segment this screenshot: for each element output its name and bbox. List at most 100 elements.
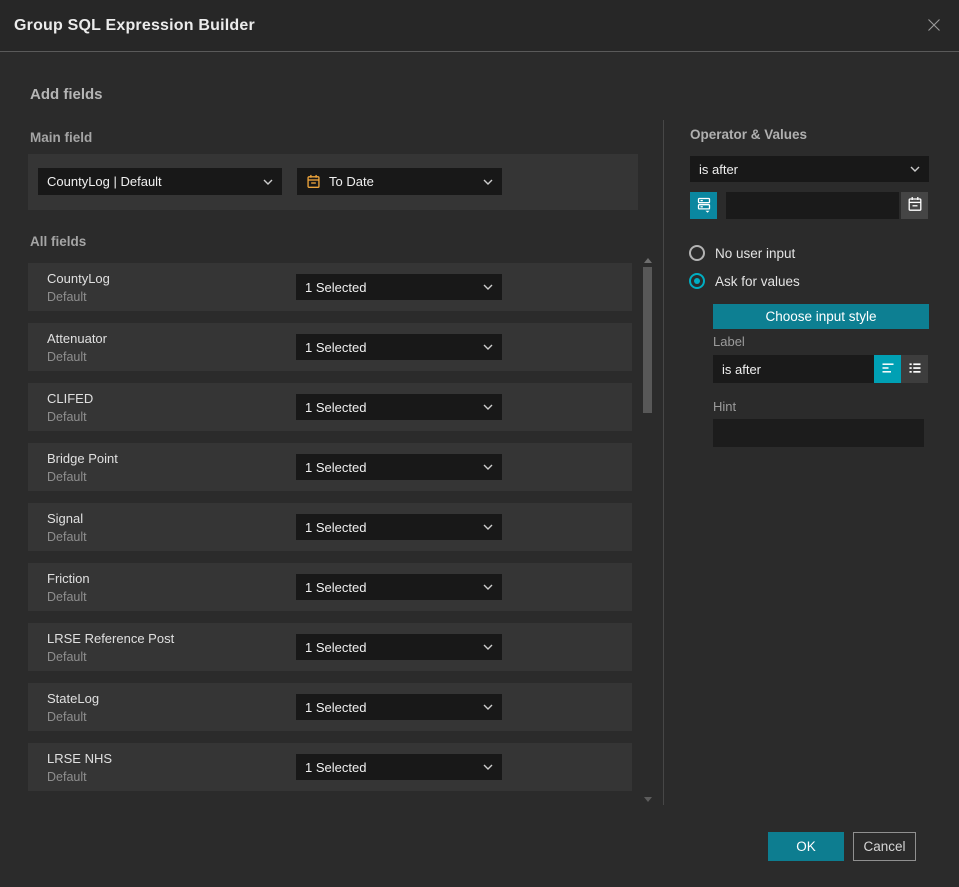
field-selected-dropdown[interactable]: 1 Selected — [296, 694, 502, 720]
dialog-title: Group SQL Expression Builder — [14, 17, 255, 34]
calendar-icon — [907, 196, 923, 215]
field-name: Signal — [47, 511, 84, 526]
field-selected-dropdown[interactable]: 1 Selected — [296, 514, 502, 540]
radio-circle-selected — [689, 273, 705, 289]
selected-count-value: 1 Selected — [305, 339, 367, 355]
calendar-icon — [306, 174, 321, 189]
field-name: StateLog — [47, 691, 100, 706]
selected-count-value: 1 Selected — [305, 399, 367, 415]
stack-input-type-icon — [696, 196, 712, 216]
field-name: Attenuator — [47, 331, 107, 346]
field-selected-dropdown[interactable]: 1 Selected — [296, 574, 502, 600]
chevron-down-icon — [483, 704, 493, 710]
radio-circle — [689, 245, 705, 261]
field-row: LRSE NHS Default 1 Selected — [28, 743, 632, 791]
close-icon — [925, 16, 943, 39]
radio-ask-for-values-label: Ask for values — [715, 273, 800, 289]
field-row: Bridge Point Default 1 Selected — [28, 443, 632, 491]
field-subtitle: Default — [47, 590, 87, 604]
field-name: LRSE Reference Post — [47, 631, 175, 646]
field-selected-dropdown[interactable]: 1 Selected — [296, 754, 502, 780]
field-selected-dropdown[interactable]: 1 Selected — [296, 454, 502, 480]
panel-divider — [663, 120, 664, 805]
field-row: CountyLog Default 1 Selected — [28, 263, 632, 311]
selected-count-value: 1 Selected — [305, 279, 367, 295]
value-input[interactable] — [726, 192, 899, 219]
field-row: Attenuator Default 1 Selected — [28, 323, 632, 371]
date-type-select-value: To Date — [329, 174, 374, 189]
field-subtitle: Default — [47, 470, 87, 484]
selected-count-value: 1 Selected — [305, 699, 367, 715]
label-input[interactable] — [713, 355, 874, 383]
hint-caption: Hint — [713, 399, 737, 414]
field-row: StateLog Default 1 Selected — [28, 683, 632, 731]
radio-ask-for-values[interactable]: Ask for values — [689, 273, 800, 289]
field-row: Signal Default 1 Selected — [28, 503, 632, 551]
chevron-down-icon — [483, 524, 493, 530]
ok-button[interactable]: OK — [768, 832, 844, 861]
chevron-down-icon — [910, 166, 920, 172]
field-subtitle: Default — [47, 290, 87, 304]
selected-count-value: 1 Selected — [305, 519, 367, 535]
field-row: CLIFED Default 1 Selected — [28, 383, 632, 431]
all-fields-label: All fields — [30, 234, 87, 249]
field-subtitle: Default — [47, 350, 87, 364]
chevron-down-icon — [483, 179, 493, 185]
field-subtitle: Default — [47, 770, 87, 784]
field-selected-dropdown[interactable]: 1 Selected — [296, 634, 502, 660]
chevron-down-icon — [483, 584, 493, 590]
field-subtitle: Default — [47, 710, 87, 724]
scrollbar-down-arrow[interactable] — [644, 797, 652, 802]
hint-input[interactable] — [713, 419, 924, 447]
chevron-down-icon — [483, 464, 493, 470]
close-button[interactable] — [924, 17, 944, 37]
chevron-down-icon — [483, 764, 493, 770]
field-selected-dropdown[interactable]: 1 Selected — [296, 274, 502, 300]
all-fields-list: CountyLog Default 1 Selected Attenuator … — [28, 263, 632, 803]
field-selected-dropdown[interactable]: 1 Selected — [296, 394, 502, 420]
main-field-panel: CountyLog | Default To Date — [28, 154, 638, 210]
field-subtitle: Default — [47, 410, 87, 424]
field-selected-dropdown[interactable]: 1 Selected — [296, 334, 502, 360]
selected-count-value: 1 Selected — [305, 579, 367, 595]
cancel-button[interactable]: Cancel — [853, 832, 916, 861]
field-name: Bridge Point — [47, 451, 118, 466]
operator-select-value: is after — [699, 161, 739, 177]
field-row: LRSE Reference Post Default 1 Selected — [28, 623, 632, 671]
chevron-down-icon — [263, 179, 273, 185]
field-name: CLIFED — [47, 391, 94, 406]
list-input-icon — [907, 360, 923, 379]
input-type-button[interactable] — [690, 192, 717, 219]
main-field-label: Main field — [30, 130, 93, 145]
field-subtitle: Default — [47, 650, 87, 664]
main-field-select-value: CountyLog | Default — [47, 174, 162, 189]
selected-count-value: 1 Selected — [305, 759, 367, 775]
add-fields-heading: Add fields — [30, 86, 103, 103]
dialog-titlebar: Group SQL Expression Builder — [0, 0, 959, 52]
list-style-button[interactable] — [901, 355, 928, 383]
date-type-select[interactable]: To Date — [297, 168, 502, 195]
scrollbar-up-arrow[interactable] — [644, 258, 652, 263]
chevron-down-icon — [483, 404, 493, 410]
single-line-style-button[interactable] — [874, 355, 901, 383]
main-field-select[interactable]: CountyLog | Default — [38, 168, 282, 195]
chevron-down-icon — [483, 644, 493, 650]
chevron-down-icon — [483, 284, 493, 290]
selected-count-value: 1 Selected — [305, 639, 367, 655]
operator-select[interactable]: is after — [690, 156, 929, 182]
radio-no-user-input[interactable]: No user input — [689, 245, 795, 261]
operator-values-heading: Operator & Values — [690, 127, 808, 142]
scrollbar-thumb[interactable] — [643, 267, 652, 413]
field-name: CountyLog — [47, 271, 110, 286]
field-row: Friction Default 1 Selected — [28, 563, 632, 611]
label-caption: Label — [713, 334, 745, 349]
field-subtitle: Default — [47, 530, 87, 544]
date-picker-button[interactable] — [901, 192, 928, 219]
radio-no-user-input-label: No user input — [715, 245, 796, 261]
field-name: LRSE NHS — [47, 751, 113, 766]
selected-count-value: 1 Selected — [305, 459, 367, 475]
choose-input-style-button[interactable]: Choose input style — [713, 304, 929, 329]
chevron-down-icon — [483, 344, 493, 350]
field-name: Friction — [47, 571, 90, 586]
single-line-input-icon — [880, 360, 896, 379]
